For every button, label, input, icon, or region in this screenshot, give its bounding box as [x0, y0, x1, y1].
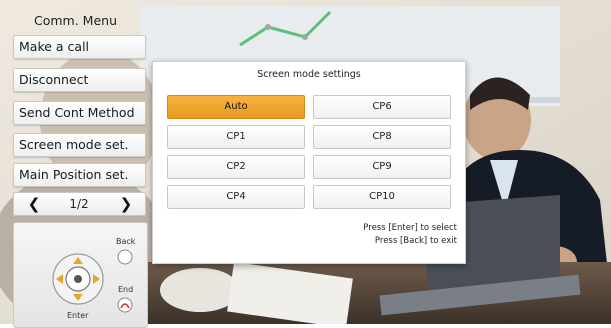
make-call-button[interactable]: Make a call	[13, 35, 146, 59]
chevron-right-icon[interactable]: ❯	[114, 193, 138, 215]
option-cp10[interactable]: CP10	[313, 185, 451, 209]
dialog-hint: Press [Enter] to select Press [Back] to …	[363, 222, 457, 248]
option-cp9[interactable]: CP9	[313, 155, 451, 179]
end-label: End	[118, 285, 134, 294]
remote-control-guide: Back End Enter	[13, 222, 148, 328]
option-cp8[interactable]: CP8	[313, 125, 451, 149]
option-cp2[interactable]: CP2	[167, 155, 305, 179]
option-auto[interactable]: Auto	[167, 95, 305, 119]
option-cp6[interactable]: CP6	[313, 95, 451, 119]
comm-menu: Comm. Menu Make a call Disconnect Send C…	[9, 8, 148, 328]
comm-menu-title: Comm. Menu	[34, 13, 117, 28]
send-cont-method-button[interactable]: Send Cont Method	[13, 101, 146, 125]
screen-mode-set-button[interactable]: Screen mode set.	[13, 133, 146, 157]
back-label: Back	[116, 237, 136, 246]
enter-label: Enter	[67, 311, 89, 320]
option-cp4[interactable]: CP4	[167, 185, 305, 209]
disconnect-button[interactable]: Disconnect	[13, 68, 146, 92]
page-indicator: 1/2	[69, 197, 89, 211]
hint-exit: Press [Back] to exit	[374, 236, 457, 246]
hint-select: Press [Enter] to select	[363, 223, 457, 233]
option-cp1[interactable]: CP1	[167, 125, 305, 149]
dialog-title: Screen mode settings	[257, 69, 361, 80]
main-position-set-button[interactable]: Main Position set.	[13, 163, 146, 187]
chevron-left-icon[interactable]: ❮	[22, 193, 46, 215]
menu-pager: ❮ 1/2 ❯	[13, 192, 146, 216]
screen-mode-dialog: Screen mode settings Auto CP6 CP1 CP8 CP…	[152, 61, 466, 264]
